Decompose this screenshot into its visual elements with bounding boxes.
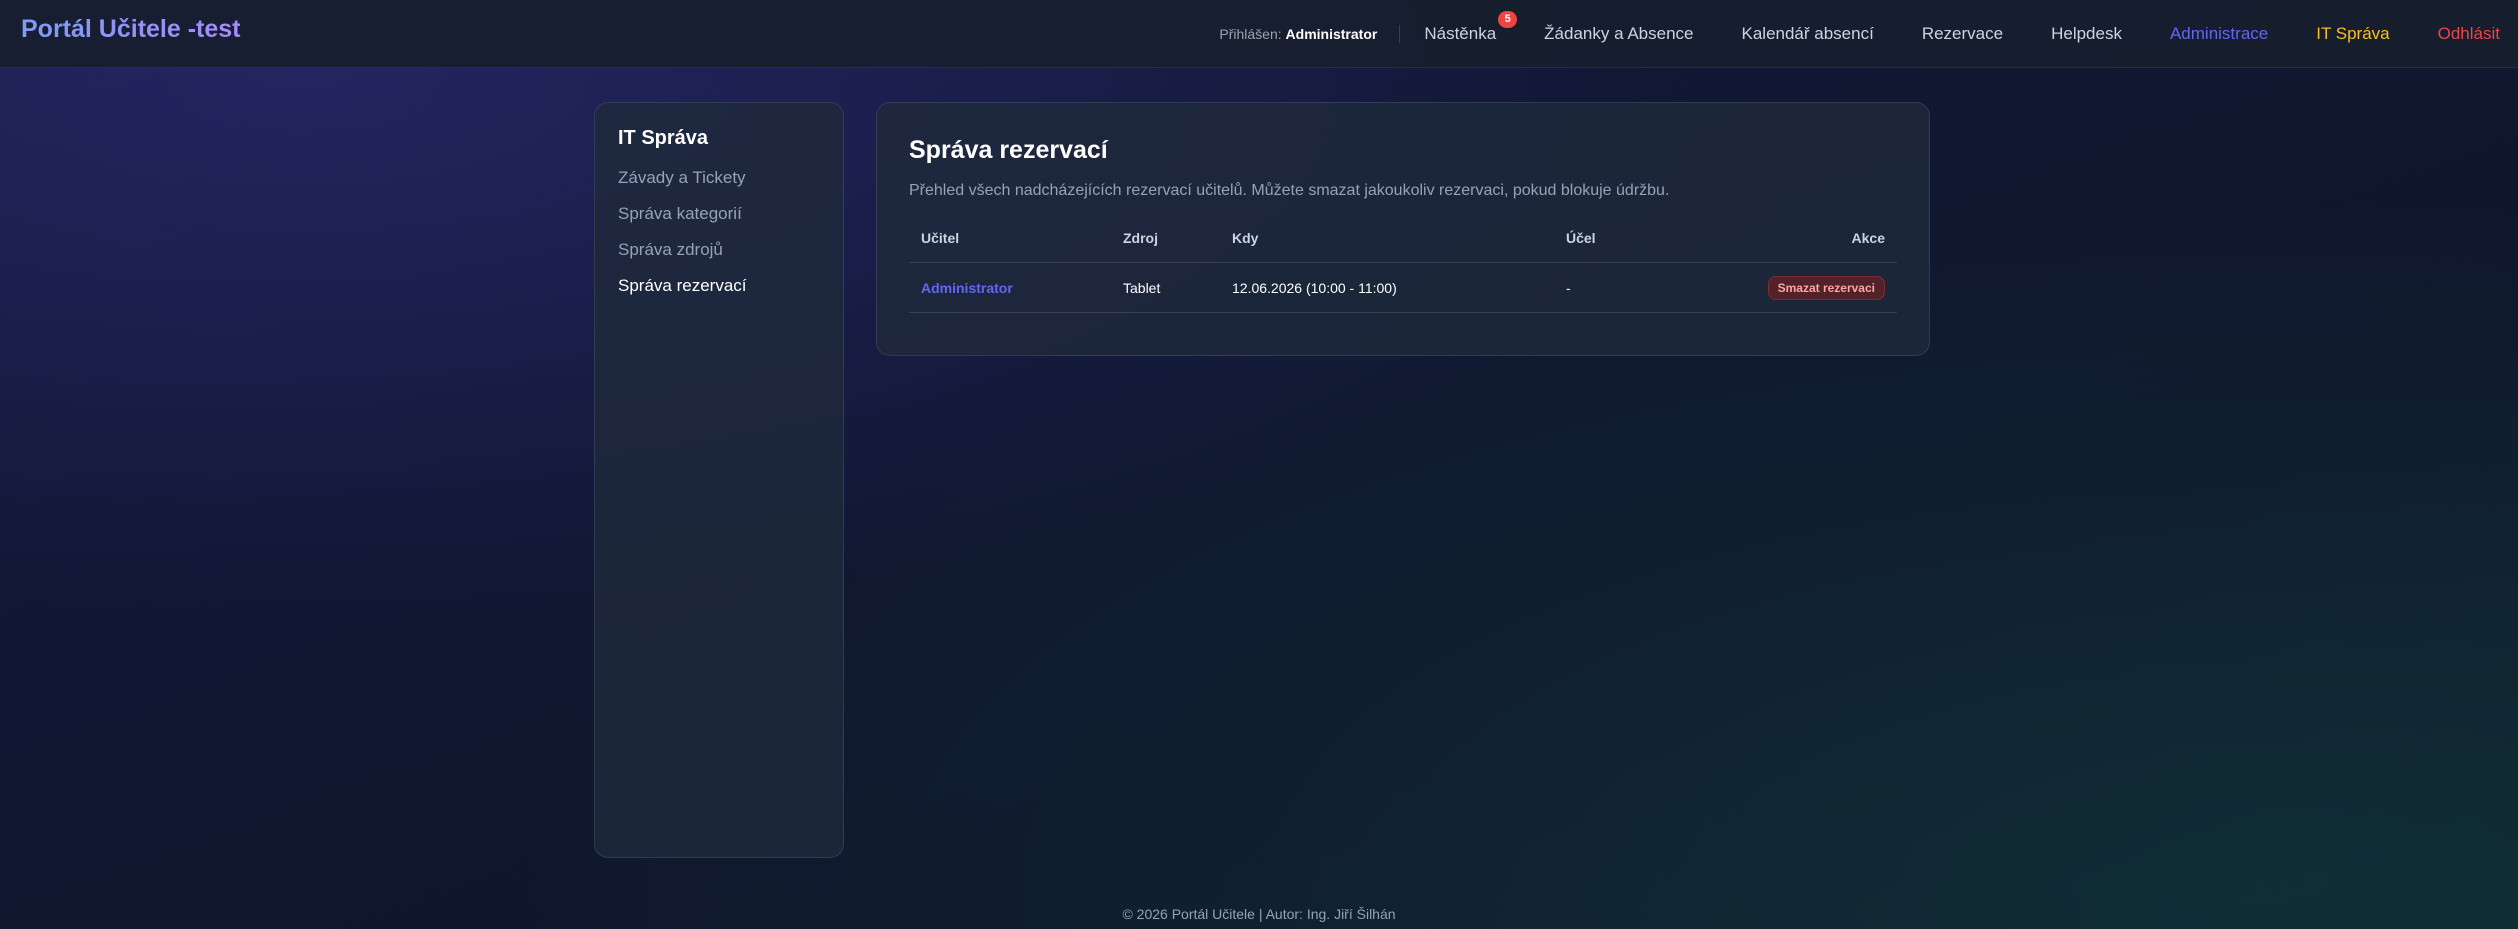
- footer: © 2026 Portál Učitele | Autor: Ing. Jiří…: [1122, 906, 1396, 922]
- cell-resource: Tablet: [1111, 262, 1220, 313]
- column-header-resource: Zdroj: [1111, 227, 1220, 263]
- logged-in-user: Administrator: [1285, 26, 1378, 42]
- logout-link[interactable]: Odhlásit: [2438, 24, 2500, 44]
- nav-link-administration[interactable]: Administrace: [2170, 24, 2268, 44]
- page-title: Správa rezervací: [909, 136, 1108, 164]
- reservations-card: Správa rezervací Přehled všech nadcházej…: [876, 102, 1930, 356]
- cell-when: 12.06.2026 (10:00 - 11:00): [1220, 262, 1554, 313]
- cell-teacher: Administrator: [909, 262, 1111, 313]
- nav-link-dashboard[interactable]: Nástěnka 5: [1424, 11, 1518, 44]
- column-header-purpose: Účel: [1554, 227, 1744, 263]
- teacher-link[interactable]: Administrator: [921, 280, 1013, 296]
- sidebar-item-faults-tickets[interactable]: Závady a Tickety: [618, 168, 820, 188]
- sidebar-item-reservations[interactable]: Správa rezervací: [618, 276, 820, 296]
- notification-badge: 5: [1498, 11, 1518, 28]
- logged-in-label: Přihlášen:: [1219, 26, 1282, 42]
- table-row: Administrator Tablet 12.06.2026 (10:00 -…: [909, 262, 1897, 313]
- page-description: Přehled všech nadcházejících rezervací u…: [909, 182, 1670, 199]
- cell-actions: Smazat rezervaci: [1744, 262, 1897, 313]
- column-header-when: Kdy: [1220, 227, 1554, 263]
- nav-link-reservations[interactable]: Rezervace: [1922, 24, 2003, 44]
- logged-in-status: Přihlášen: Administrator: [1219, 25, 1401, 43]
- sidebar: IT Správa Závady a Tickety Správa katego…: [594, 102, 844, 858]
- sidebar-item-resources[interactable]: Správa zdrojů: [618, 240, 820, 260]
- nav-link-requests-absences[interactable]: Žádanky a Absence: [1544, 24, 1693, 44]
- column-header-teacher: Učitel: [909, 227, 1111, 263]
- reservations-table: Učitel Zdroj Kdy Účel Akce Administrator…: [909, 227, 1897, 313]
- sidebar-item-categories[interactable]: Správa kategorií: [618, 204, 820, 224]
- cell-purpose: -: [1554, 262, 1744, 313]
- nav-link-absence-calendar[interactable]: Kalendář absencí: [1742, 24, 1874, 44]
- nav-link-helpdesk[interactable]: Helpdesk: [2051, 24, 2122, 44]
- delete-reservation-button[interactable]: Smazat rezervaci: [1767, 275, 1885, 300]
- table-header-row: Učitel Zdroj Kdy Účel Akce: [909, 227, 1897, 263]
- app-title[interactable]: Portál Učitele -test: [21, 15, 241, 44]
- nav-link-label: Nástěnka: [1424, 24, 1497, 43]
- top-navigation-bar: Portál Učitele -test Přihlášen: Administ…: [0, 0, 2518, 68]
- column-header-actions: Akce: [1744, 227, 1897, 263]
- sidebar-title: IT Správa: [618, 127, 709, 149]
- nav-link-it-admin[interactable]: IT Správa: [2316, 24, 2389, 44]
- main-nav: Přihlášen: Administrator Nástěnka 5 Žáda…: [1219, 0, 2500, 68]
